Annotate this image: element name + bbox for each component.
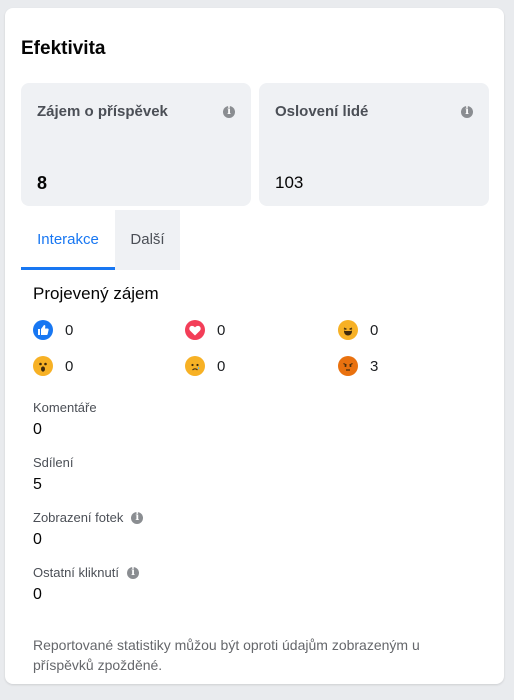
footnote: Reportované statistiky můžou být oproti … xyxy=(33,637,420,673)
reaction-like: 0 xyxy=(33,319,73,341)
reaction-sad: 0 xyxy=(185,355,225,377)
stat-label: Zobrazení fotek xyxy=(33,510,124,525)
stat-other-clicks: Ostatní kliknutí i 0 xyxy=(33,565,139,604)
stat-value: 0 xyxy=(33,421,42,438)
metric-value: 8 xyxy=(37,173,48,193)
tab-more[interactable]: Další xyxy=(115,210,180,270)
card-title: Efektivita xyxy=(21,38,106,59)
metric-post-engagement: Zájem o příspěvek i 8 xyxy=(21,83,251,206)
stat-photo-views: Zobrazení fotek i 0 xyxy=(33,510,144,549)
info-icon[interactable]: i xyxy=(126,566,139,579)
stat-value: 0 xyxy=(33,531,42,548)
tab-interactions[interactable]: Interakce xyxy=(21,210,115,270)
info-icon[interactable]: i xyxy=(461,106,473,118)
section-title: Projevený zájem xyxy=(33,284,159,303)
metric-label: Oslovení lidé xyxy=(275,103,369,120)
stat-label-row: Zobrazení fotek i xyxy=(33,510,144,525)
stat-label: Sdílení xyxy=(33,455,74,470)
reaction-count: 0 xyxy=(217,357,226,375)
info-icon[interactable]: i xyxy=(131,511,144,524)
metric-label: Zájem o příspěvek xyxy=(37,103,168,120)
stat-shares: Sdílení 5 xyxy=(33,455,73,494)
reaction-love: 0 xyxy=(185,319,225,341)
like-icon xyxy=(33,320,53,340)
love-icon xyxy=(185,320,205,340)
stat-value: 0 xyxy=(33,586,42,603)
reaction-count: 0 xyxy=(65,321,74,339)
info-icon[interactable]: i xyxy=(223,106,235,118)
reaction-count: 3 xyxy=(370,357,379,375)
tab-bar: Interakce Další xyxy=(21,210,489,270)
reaction-count: 0 xyxy=(370,321,379,339)
metric-people-reached: Oslovení lidé i 103 xyxy=(259,83,489,206)
stat-label: Komentáře xyxy=(33,400,97,415)
performance-card: Efektivita Zájem o příspěvek i 8 Osloven… xyxy=(5,8,504,684)
reaction-count: 0 xyxy=(217,321,226,339)
wow-icon xyxy=(33,356,53,376)
stat-label: Ostatní kliknutí xyxy=(33,565,119,580)
reaction-count: 0 xyxy=(65,357,74,375)
haha-icon xyxy=(338,320,358,340)
stat-value: 5 xyxy=(33,476,42,493)
angry-icon xyxy=(338,356,358,376)
reaction-angry: 3 xyxy=(338,355,378,377)
reaction-wow: 0 xyxy=(33,355,73,377)
stat-label-row: Ostatní kliknutí i xyxy=(33,565,139,580)
stat-comments: Komentáře 0 xyxy=(33,400,97,439)
metric-value: 103 xyxy=(275,173,304,192)
sad-icon xyxy=(185,356,205,376)
reaction-haha: 0 xyxy=(338,319,378,341)
